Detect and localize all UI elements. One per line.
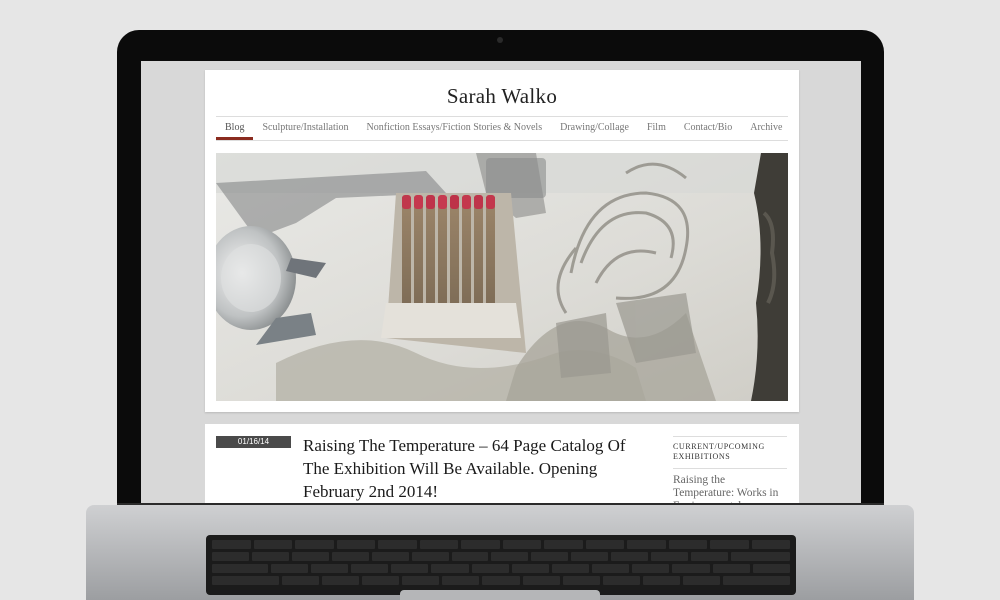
sidebar: Current/Upcoming Exhibitions Raising the… (673, 436, 787, 507)
nav-rule-top (216, 116, 788, 117)
nav-item-contact[interactable]: Contact/Bio (675, 122, 741, 142)
main-nav: Blog Sculpture/Installation Nonfiction E… (216, 122, 791, 142)
post-date-badge: 01/16/14 (216, 436, 291, 448)
nav-item-film[interactable]: Film (638, 122, 675, 142)
keyboard (206, 535, 796, 595)
sidebar-heading: Current/Upcoming Exhibitions (673, 442, 765, 461)
trackpad (400, 590, 600, 600)
post-title[interactable]: Raising The Temperature – 64 Page Catalo… (303, 434, 643, 503)
post-card: 01/16/14 Raising The Temperature – 64 Pa… (205, 424, 799, 507)
nav-item-archive[interactable]: Archive (741, 122, 791, 142)
header-card: Sarah Walko Blog Sculpture/Installation … (205, 70, 799, 412)
hero-image[interactable] (216, 153, 788, 401)
nav-item-drawing[interactable]: Drawing/Collage (551, 122, 638, 142)
camera-icon (497, 37, 503, 43)
nav-item-sculpture[interactable]: Sculpture/Installation (253, 122, 357, 142)
nav-rule-bottom (216, 140, 788, 141)
nav-item-blog[interactable]: Blog (216, 122, 254, 142)
nav-item-writing[interactable]: Nonfiction Essays/Fiction Stories & Nove… (358, 122, 552, 142)
laptop-screen: Sarah Walko Blog Sculpture/Installation … (141, 61, 861, 507)
sidebar-exhibition-link[interactable]: Raising the Temperature: Works in Enviro… (673, 469, 787, 507)
site-title[interactable]: Sarah Walko (205, 84, 799, 109)
hero-photo-icon (216, 153, 788, 401)
